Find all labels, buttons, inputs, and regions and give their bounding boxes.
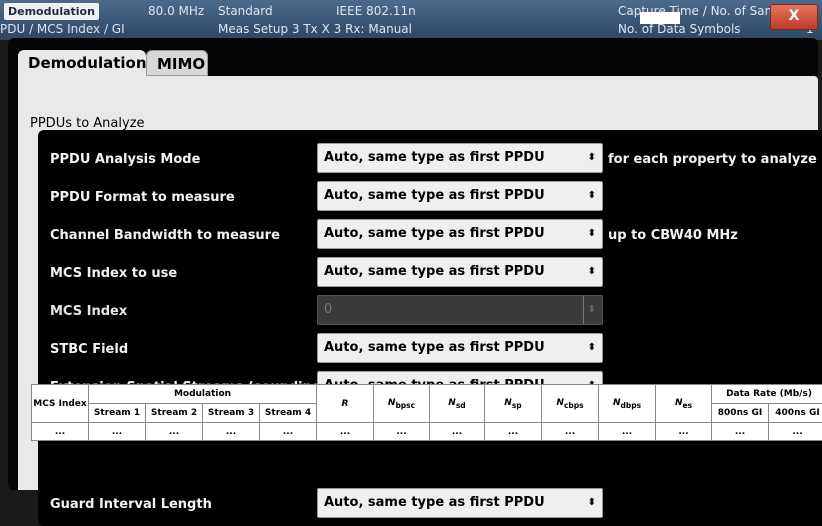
table-cell: ... <box>599 423 656 441</box>
table-cell: ... <box>89 423 146 441</box>
channel-bandwidth-select[interactable]: Auto, same type as first PPDU ⬍ <box>317 219 603 249</box>
ppdu-analysis-note: for each property to analyze <box>608 152 817 167</box>
col-data-rate: Data Rate (Mb/s) <box>712 385 822 404</box>
guard-interval-label: Guard Interval Length <box>50 497 212 512</box>
ppdu-format-select[interactable]: Auto, same type as first PPDU ⬍ <box>317 181 603 211</box>
up-down-arrows-icon: ⬍ <box>588 144 596 172</box>
stbc-field-label: STBC Field <box>50 342 128 357</box>
up-down-arrows-icon: ⬍ <box>588 489 596 517</box>
col-nsp: Nsp <box>485 385 542 423</box>
header-line2-left: PDU / MCS Index / GI <box>0 22 125 36</box>
col-nsd: Nsd <box>430 385 485 423</box>
table-cell: ... <box>203 423 260 441</box>
combo-value: Auto, same type as first PPDU <box>324 495 545 510</box>
mcs-index-spinbox: 0 ⬍ <box>317 295 603 325</box>
up-down-arrows-icon: ⬍ <box>588 258 596 286</box>
combo-value: Auto, same type as first PPDU <box>324 188 545 203</box>
table-cell: ... <box>712 423 769 441</box>
measurement-label: Demodulation <box>4 3 99 20</box>
channel-bandwidth-label: Channel Bandwidth to measure <box>50 228 280 243</box>
close-button[interactable]: X <box>770 4 818 30</box>
standard-label: Standard <box>218 4 273 18</box>
combo-value: Auto, same type as first PPDU <box>324 226 545 241</box>
combo-value: Auto, same type as first PPDU <box>324 264 545 279</box>
col-800ns-gi: 800ns GI <box>712 404 769 423</box>
col-nbpsc: Nbpsc <box>374 385 430 423</box>
mcs-index-value: 0 <box>324 302 332 317</box>
mcs-table: MCS Index Modulation R Nbpsc Nsd Nsp Ncb… <box>31 384 822 441</box>
settings-panel: PPDU Analysis Mode Auto, same type as fi… <box>38 130 822 526</box>
tab-demodulation[interactable]: Demodulation <box>18 50 146 76</box>
table-cell: ... <box>260 423 317 441</box>
col-stream-3: Stream 3 <box>203 404 260 423</box>
col-modulation: Modulation <box>89 385 317 404</box>
table-cell: ... <box>32 423 89 441</box>
table-cell: ... <box>317 423 374 441</box>
meas-setup-readout: Meas Setup 3 Tx X 3 Rx: Manual <box>218 22 412 36</box>
table-cell: ... <box>374 423 430 441</box>
table-cell: ... <box>430 423 485 441</box>
frequency-readout: 80.0 MHz <box>148 4 204 18</box>
table-row: ... ... ... ... ... ... ... ... ... ... … <box>32 423 822 441</box>
combo-value: Auto, same type as first PPDU <box>324 340 545 355</box>
section-title: PPDUs to Analyze <box>30 116 145 131</box>
col-400ns-gi: 400ns GI <box>769 404 822 423</box>
col-nes: Nes <box>656 385 712 423</box>
stbc-field-select[interactable]: Auto, same type as first PPDU ⬍ <box>317 333 603 363</box>
col-stream-1: Stream 1 <box>89 404 146 423</box>
up-down-arrows-icon: ⬍ <box>588 334 596 362</box>
table-cell: ... <box>769 423 822 441</box>
ppdu-analysis-mode-label: PPDU Analysis Mode <box>50 152 200 167</box>
col-mcs-index: MCS Index <box>32 385 89 423</box>
table-cell: ... <box>485 423 542 441</box>
col-ndbps: Ndbps <box>599 385 656 423</box>
instrument-header: Demodulation 80.0 MHz Standard IEEE 802.… <box>0 0 822 40</box>
combo-value: Auto, same type as first PPDU <box>324 150 545 165</box>
table-cell: ... <box>146 423 203 441</box>
table-cell: ... <box>656 423 712 441</box>
up-down-arrows-icon: ⬍ <box>583 296 596 324</box>
guard-interval-select[interactable]: Auto, same type as first PPDU ⬍ <box>317 488 603 518</box>
col-stream-4: Stream 4 <box>260 404 317 423</box>
col-r: R <box>317 385 374 423</box>
mcs-index-label: MCS Index <box>50 304 127 319</box>
ppdu-analysis-mode-select[interactable]: Auto, same type as first PPDU ⬍ <box>317 143 603 173</box>
standard-value: IEEE 802.11n <box>336 4 416 18</box>
mcs-index-to-use-select[interactable]: Auto, same type as first PPDU ⬍ <box>317 257 603 287</box>
close-icon: X <box>789 8 800 24</box>
mcs-index-to-use-label: MCS Index to use <box>50 266 177 281</box>
channel-bandwidth-note: up to CBW40 MHz <box>608 228 738 243</box>
col-stream-2: Stream 2 <box>146 404 203 423</box>
up-down-arrows-icon: ⬍ <box>588 220 596 248</box>
table-cell: ... <box>542 423 599 441</box>
col-ncbps: Ncbps <box>542 385 599 423</box>
tab-mimo[interactable]: MIMO <box>146 50 208 76</box>
ppdu-format-label: PPDU Format to measure <box>50 190 235 205</box>
data-symbols-label: No. of Data Symbols <box>618 22 741 36</box>
header-highlight-box <box>640 12 680 24</box>
up-down-arrows-icon: ⬍ <box>588 182 596 210</box>
